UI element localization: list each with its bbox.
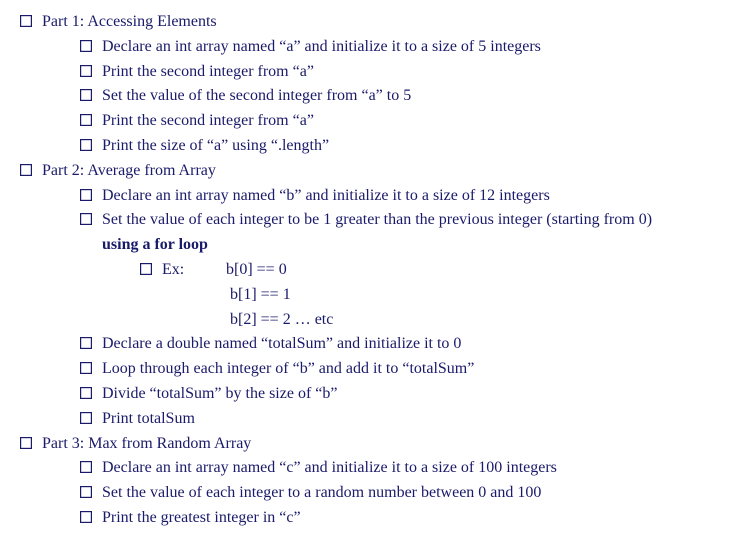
- bullet-icon: [80, 412, 92, 424]
- item-text: Divide “totalSum” by the size of “b”: [102, 382, 727, 407]
- list-item: Print totalSum: [80, 407, 727, 432]
- bullet-icon: [80, 511, 92, 523]
- item-text: Set the value of each integer to be 1 gr…: [102, 208, 727, 258]
- example-text: Ex: b[0] == 0: [162, 258, 727, 283]
- bullet-icon: [80, 65, 92, 77]
- item-line2: using a for loop: [102, 236, 208, 253]
- bullet-icon: [20, 437, 32, 449]
- bullet-icon: [80, 387, 92, 399]
- item-text: Print the size of “a” using “.length”: [102, 134, 727, 159]
- part-title: Part 1: Accessing Elements: [42, 10, 727, 35]
- example-label: Ex:: [162, 258, 202, 283]
- bullet-icon: [20, 15, 32, 27]
- item-text: Print the greatest integer in “c”: [102, 506, 727, 531]
- bullet-icon: [80, 486, 92, 498]
- item-text: Print the second integer from “a”: [102, 109, 727, 134]
- list-item: Print the second integer from “a”: [80, 60, 727, 85]
- list-item: Loop through each integer of “b” and add…: [80, 357, 727, 382]
- list-item: Set the value of the second integer from…: [80, 84, 727, 109]
- item-text: Print totalSum: [102, 407, 727, 432]
- part-heading: Part 1: Accessing Elements: [20, 10, 727, 35]
- item-text: Print the second integer from “a”: [102, 60, 727, 85]
- list-item: Set the value of each integer to be 1 gr…: [80, 208, 727, 258]
- bullet-icon: [80, 40, 92, 52]
- item-text: Loop through each integer of “b” and add…: [102, 357, 727, 382]
- list-item: Print the size of “a” using “.length”: [80, 134, 727, 159]
- part-title: Part 3: Max from Random Array: [42, 432, 727, 457]
- item-text: Declare an int array named “c” and initi…: [102, 456, 727, 481]
- list-item: Declare an int array named “a” and initi…: [80, 35, 727, 60]
- example-line: b[0] == 0: [226, 258, 287, 283]
- list-item: Print the second integer from “a”: [80, 109, 727, 134]
- bullet-icon: [20, 164, 32, 176]
- item-text: Declare a double named “totalSum” and in…: [102, 332, 727, 357]
- bullet-icon: [80, 89, 92, 101]
- part-heading: Part 3: Max from Random Array: [20, 432, 727, 457]
- part-title: Part 2: Average from Array: [42, 159, 727, 184]
- item-text: Set the value of each integer to a rando…: [102, 481, 727, 506]
- bullet-icon: [80, 461, 92, 473]
- bullet-icon: [80, 337, 92, 349]
- list-item: Declare an int array named “b” and initi…: [80, 184, 727, 209]
- part-heading: Part 2: Average from Array: [20, 159, 727, 184]
- list-item: Set the value of each integer to a rando…: [80, 481, 727, 506]
- bullet-icon: [80, 114, 92, 126]
- item-text: Declare an int array named “b” and initi…: [102, 184, 727, 209]
- list-item: Print the greatest integer in “c”: [80, 506, 727, 531]
- item-line1: Set the value of each integer to be 1 gr…: [102, 211, 652, 228]
- bullet-icon: [80, 189, 92, 201]
- bullet-icon: [140, 263, 152, 275]
- item-text: Set the value of the second integer from…: [102, 84, 727, 109]
- bullet-icon: [80, 213, 92, 225]
- list-item: Divide “totalSum” by the size of “b”: [80, 382, 727, 407]
- list-item: Declare an int array named “c” and initi…: [80, 456, 727, 481]
- example-item: Ex: b[0] == 0: [140, 258, 727, 283]
- item-text: Declare an int array named “a” and initi…: [102, 35, 727, 60]
- example-line: b[2] == 2 … etc: [230, 308, 727, 333]
- list-item: Declare a double named “totalSum” and in…: [80, 332, 727, 357]
- example-line: b[1] == 1: [230, 283, 727, 308]
- bullet-icon: [80, 139, 92, 151]
- bullet-icon: [80, 362, 92, 374]
